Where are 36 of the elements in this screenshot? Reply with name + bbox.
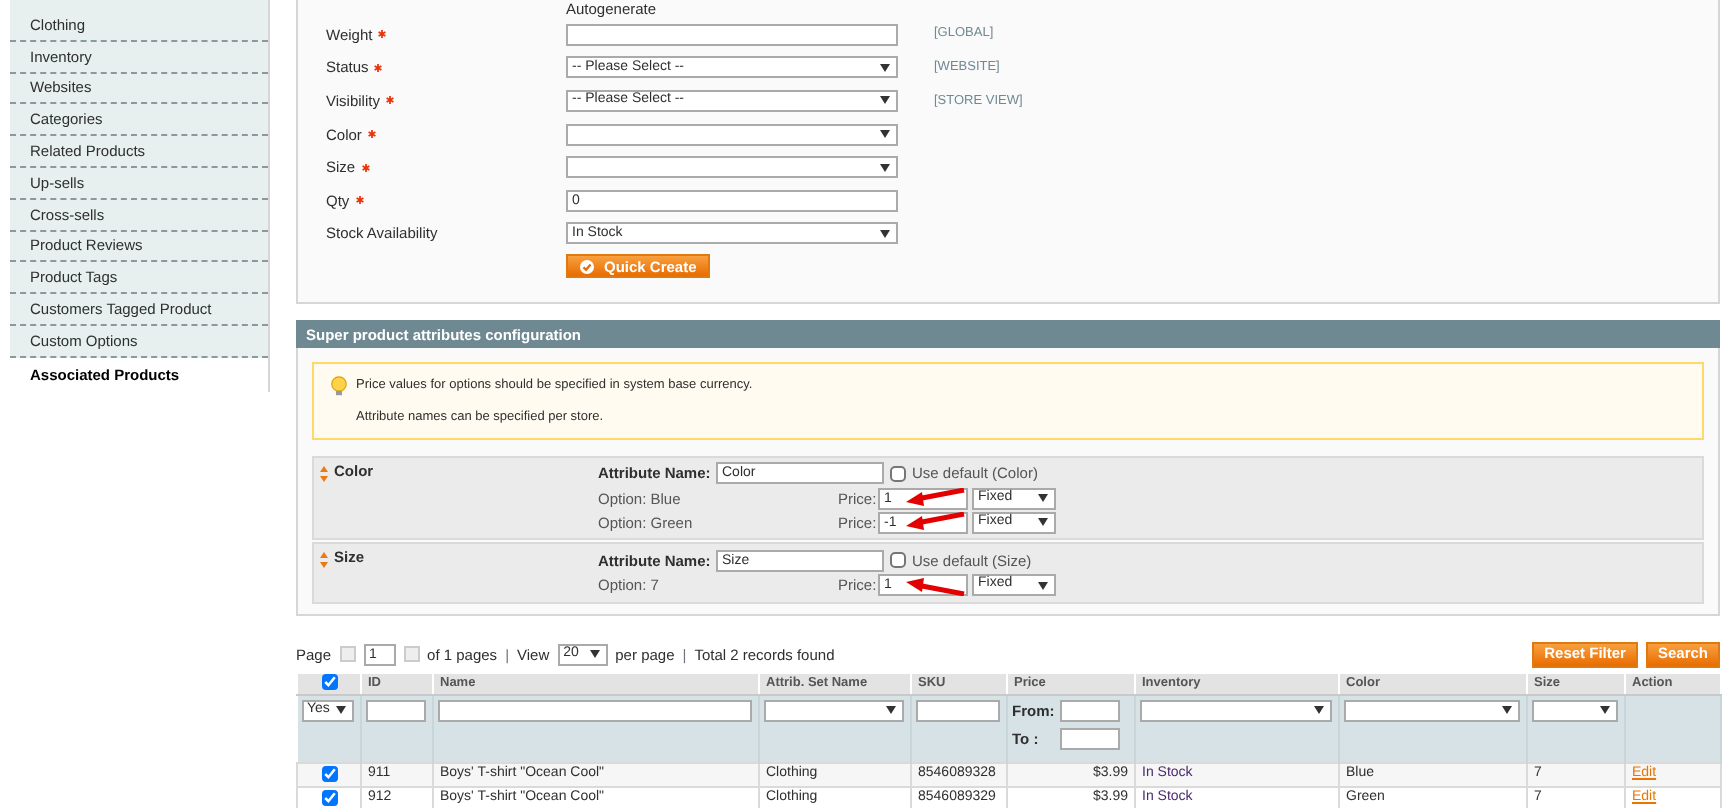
caret-icon xyxy=(1038,518,1048,527)
select-field[interactable] xyxy=(566,156,898,179)
previous-page-button[interactable] xyxy=(339,646,356,663)
caret-icon xyxy=(880,229,890,238)
price-to-field[interactable] xyxy=(1060,727,1120,750)
input-field[interactable] xyxy=(566,23,898,46)
filter-field[interactable] xyxy=(366,699,426,722)
filter-field[interactable] xyxy=(916,699,1000,722)
caret-icon xyxy=(880,163,890,172)
row-checkbox[interactable] xyxy=(321,789,337,806)
filter-field[interactable] xyxy=(438,699,752,722)
use-default-checkbox[interactable] xyxy=(890,552,906,569)
next-page-button[interactable] xyxy=(403,646,420,663)
caret-icon xyxy=(589,650,600,659)
sort-handle-icon xyxy=(320,465,328,482)
caret-icon xyxy=(880,130,890,139)
check-circle-icon xyxy=(580,259,594,274)
select-field[interactable] xyxy=(566,123,898,146)
filter-select[interactable] xyxy=(1140,699,1332,722)
filter-select[interactable] xyxy=(1532,699,1618,722)
price-from-field[interactable] xyxy=(1060,699,1120,722)
caret-icon xyxy=(1038,494,1048,503)
caret-icon xyxy=(1502,706,1512,715)
sort-handle-icon xyxy=(320,552,328,569)
filter-select[interactable] xyxy=(1344,699,1520,722)
row-checkbox[interactable] xyxy=(321,765,337,782)
caret-icon xyxy=(880,96,890,105)
caret-icon xyxy=(886,706,896,715)
filter-select[interactable] xyxy=(764,699,904,722)
caret-icon xyxy=(1038,581,1048,590)
caret-icon xyxy=(880,63,890,72)
caret-icon xyxy=(335,706,345,715)
caret-icon xyxy=(1600,706,1610,715)
use-default-checkbox[interactable] xyxy=(890,465,906,482)
lightbulb-icon xyxy=(330,376,348,396)
caret-icon xyxy=(1314,706,1324,715)
